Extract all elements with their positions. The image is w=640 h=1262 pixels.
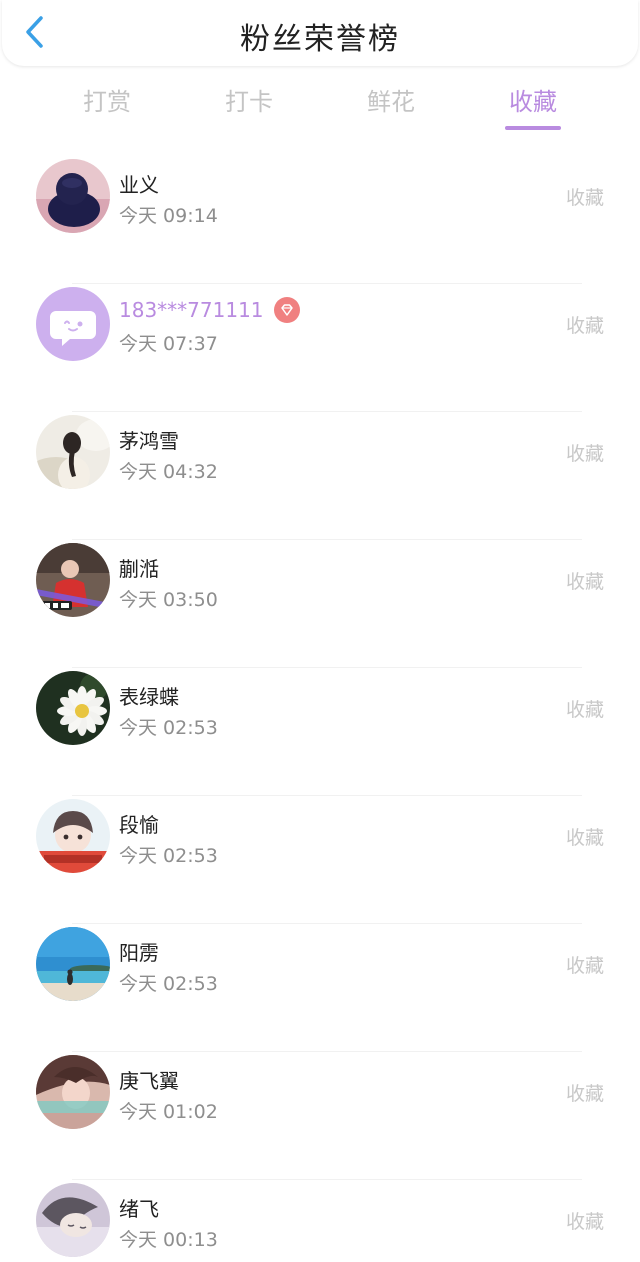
- fan-name: 业义: [119, 173, 159, 197]
- fan-time: 今天 01:02: [119, 1101, 218, 1123]
- tab-bar: 打赏 打卡 鲜花 收藏: [0, 82, 640, 138]
- action-label: 收藏: [565, 1211, 604, 1233]
- top-bar: 粉丝荣誉榜: [2, 0, 638, 66]
- avatar: [36, 415, 110, 489]
- action-label: 收藏: [565, 1083, 604, 1105]
- action-label: 收藏: [565, 699, 604, 721]
- fan-name: 绪飞: [119, 1197, 159, 1221]
- fan-time: 今天 02:53: [119, 717, 218, 739]
- avatar: [36, 543, 110, 617]
- page-title: 粉丝荣誉榜: [240, 22, 400, 57]
- tab-dashang[interactable]: 打赏: [52, 82, 162, 117]
- fan-name: 茅鸿雪: [119, 429, 179, 453]
- list-item[interactable]: 183***771111 今天 07:37 收藏: [0, 283, 640, 411]
- girl-back-avatar-icon: [36, 415, 110, 489]
- fan-time: 今天 03:50: [119, 589, 218, 611]
- avatar: [36, 671, 110, 745]
- avatar: [36, 799, 110, 873]
- action-label: 收藏: [565, 827, 604, 849]
- list-item[interactable]: 阳雳 今天 02:53 收藏: [0, 923, 640, 1051]
- avatar: [36, 1183, 110, 1257]
- girl-bangs-avatar-icon: [36, 799, 110, 873]
- fan-name: 表绿蝶: [119, 685, 179, 709]
- fan-name: 阳雳: [119, 941, 159, 965]
- beach-avatar-icon: [36, 927, 110, 1001]
- action-label: 收藏: [565, 187, 604, 209]
- divider: [72, 283, 582, 284]
- fan-time: 今天 07:37: [119, 333, 218, 355]
- avatar: [36, 159, 110, 233]
- dark-hat-avatar-icon: [36, 159, 110, 233]
- action-label: 收藏: [565, 955, 604, 977]
- divider: [72, 1051, 582, 1052]
- divider: [72, 539, 582, 540]
- fan-time: 今天 02:53: [119, 973, 218, 995]
- list-item[interactable]: 段愉 今天 02:53 收藏: [0, 795, 640, 923]
- fan-time: 今天 09:14: [119, 205, 218, 227]
- tab-xianhua[interactable]: 鲜花: [336, 82, 446, 117]
- white-flower-avatar-icon: [36, 671, 110, 745]
- list-item[interactable]: 庚飞翼 今天 01:02 收藏: [0, 1051, 640, 1179]
- red-dress-avatar-icon: [36, 543, 110, 617]
- list-item[interactable]: 表绿蝶 今天 02:53 收藏: [0, 667, 640, 795]
- list-item[interactable]: 绪飞 今天 00:13 收藏: [0, 1179, 640, 1262]
- fan-name: 183***771111: [119, 298, 264, 322]
- fan-list: 业义 今天 09:14 收藏 183***771111 今天 07:37 收藏 …: [0, 155, 640, 1262]
- divider: [72, 795, 582, 796]
- tab-shoucang-label: 收藏: [509, 88, 557, 116]
- avatar: [36, 1055, 110, 1129]
- long-hair-avatar-icon: [36, 1055, 110, 1129]
- divider: [72, 667, 582, 668]
- fan-name: 段愉: [119, 813, 159, 837]
- sleeping-girl-avatar-icon: [36, 1183, 110, 1257]
- action-label: 收藏: [565, 571, 604, 593]
- avatar: [36, 927, 110, 1001]
- fan-time: 今天 04:32: [119, 461, 218, 483]
- tab-shoucang[interactable]: 收藏: [478, 82, 588, 130]
- tab-daka[interactable]: 打卡: [194, 82, 304, 117]
- action-label: 收藏: [565, 315, 604, 337]
- fan-name-row: 183***771111: [119, 297, 300, 323]
- action-label: 收藏: [565, 443, 604, 465]
- diamond-icon: [273, 297, 300, 323]
- fan-name: 蒯湉: [119, 557, 159, 581]
- avatar: [36, 287, 110, 361]
- fan-time: 今天 00:13: [119, 1229, 218, 1251]
- list-item[interactable]: 业义 今天 09:14 收藏: [0, 155, 640, 283]
- active-tab-indicator: [505, 126, 561, 130]
- list-item[interactable]: 蒯湉 今天 03:50 收藏: [0, 539, 640, 667]
- divider: [72, 923, 582, 924]
- fan-time: 今天 02:53: [119, 845, 218, 867]
- divider: [72, 1179, 582, 1180]
- list-item[interactable]: 茅鸿雪 今天 04:32 收藏: [0, 411, 640, 539]
- default-chat-avatar-icon: [36, 287, 110, 361]
- divider: [72, 411, 582, 412]
- fan-name: 庚飞翼: [119, 1069, 179, 1093]
